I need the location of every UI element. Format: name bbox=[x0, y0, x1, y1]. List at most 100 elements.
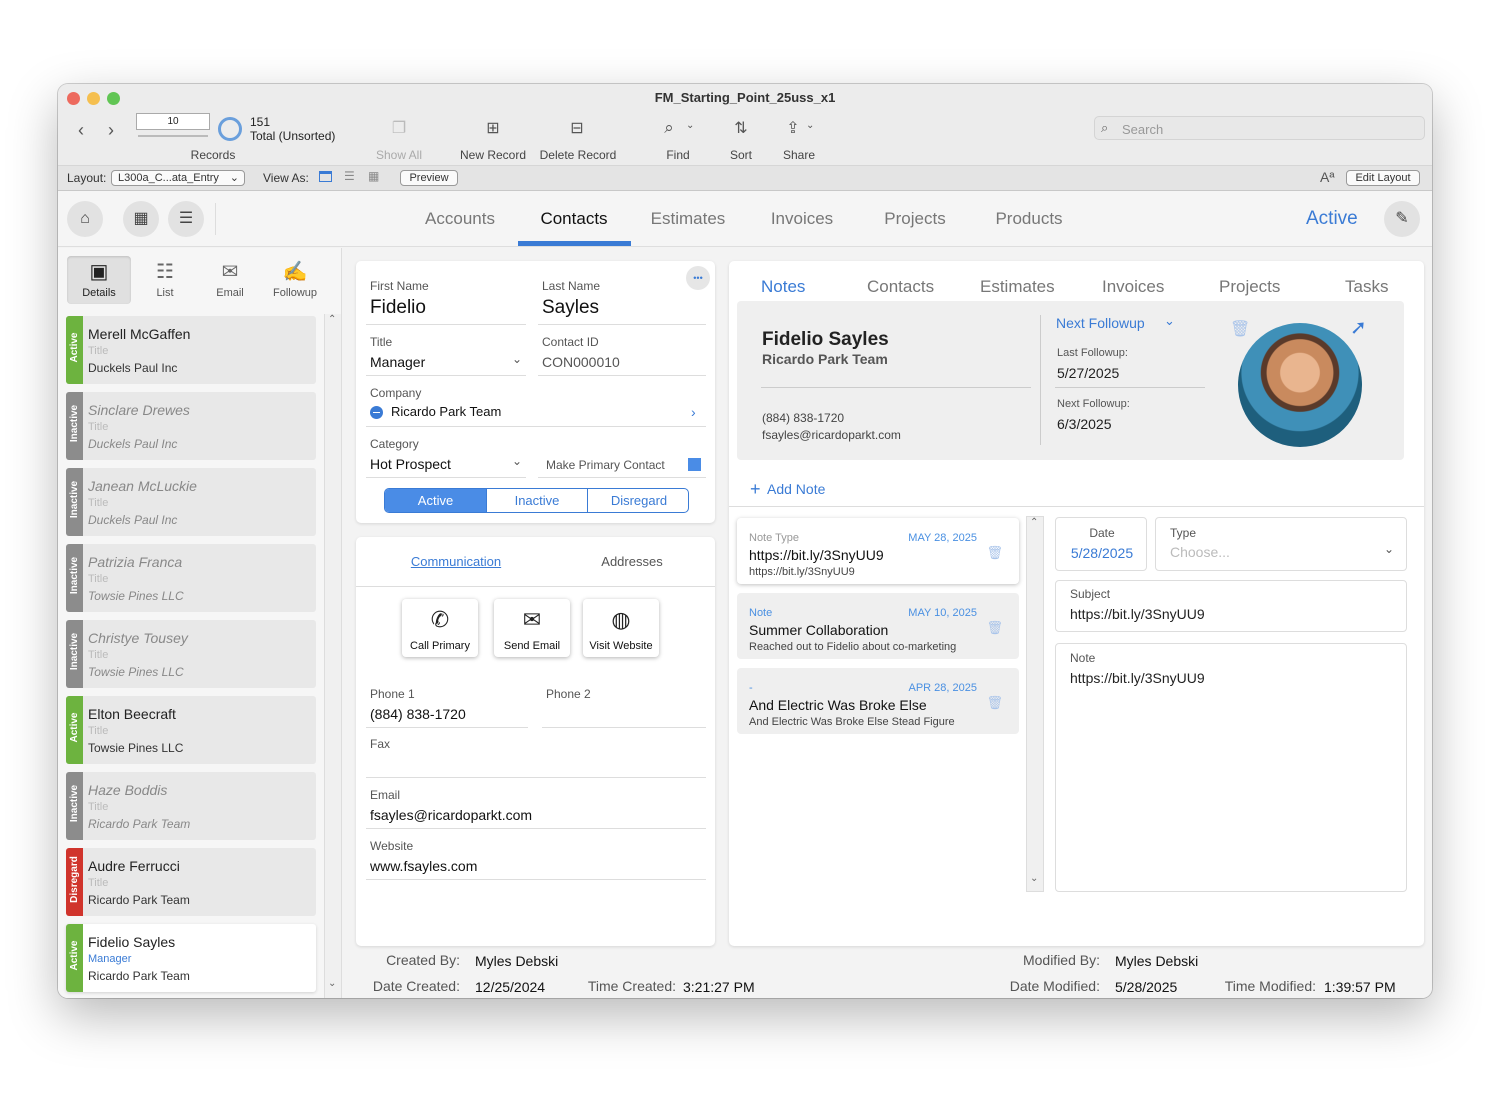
last-name-field[interactable]: Sayles bbox=[542, 297, 599, 319]
share-icon[interactable]: ⇪ bbox=[780, 118, 806, 138]
tab-contacts[interactable]: Contacts bbox=[518, 209, 630, 229]
list-item[interactable]: Inactive Christye Tousey Title Towsie Pi… bbox=[66, 620, 316, 688]
search-input[interactable]: ⌕ Search bbox=[1094, 116, 1425, 140]
record-number-field[interactable]: 10 bbox=[136, 113, 210, 130]
chevron-down-icon[interactable]: ⌄ bbox=[512, 352, 522, 366]
notes-scrollbar[interactable]: ⌃ ⌄ bbox=[1026, 516, 1044, 892]
list-item[interactable]: Inactive Janean McLuckie Title Duckels P… bbox=[66, 468, 316, 536]
chevron-right-icon[interactable]: › bbox=[691, 404, 696, 420]
view-followup-button[interactable]: ✍ Followup bbox=[263, 256, 327, 304]
remove-company-icon[interactable] bbox=[370, 406, 383, 419]
tab-communication[interactable]: Communication bbox=[406, 554, 506, 569]
view-list-button[interactable]: ☷ List bbox=[133, 256, 197, 304]
home-icon[interactable]: ⌂ bbox=[67, 201, 103, 237]
tab-projects[interactable]: Projects bbox=[865, 209, 965, 229]
show-all-icon[interactable]: ❐ bbox=[386, 118, 412, 138]
tab-notes[interactable]: Notes bbox=[761, 277, 805, 297]
tab-related-projects[interactable]: Projects bbox=[1219, 277, 1280, 297]
list-item[interactable]: Disregard Audre Ferrucci Title Ricardo P… bbox=[66, 848, 316, 916]
trash-icon[interactable]: 🗑 bbox=[986, 545, 1003, 561]
note-text-field[interactable]: Note https://bit.ly/3SnyUU9 bbox=[1055, 643, 1407, 892]
table-view-icon[interactable]: ▦ bbox=[368, 169, 379, 183]
title-select[interactable]: Manager bbox=[370, 354, 425, 370]
first-name-field[interactable]: Fidelio bbox=[370, 297, 426, 319]
list-icon[interactable]: ☰ bbox=[168, 201, 204, 237]
add-note-button[interactable]: Add Note bbox=[767, 481, 825, 497]
category-select[interactable]: Hot Prospect bbox=[370, 456, 451, 472]
share-button[interactable]: Share bbox=[774, 148, 824, 162]
list-item-selected[interactable]: Active Fidelio Sayles Manager Ricardo Pa… bbox=[66, 924, 316, 992]
chevron-down-icon[interactable]: ⌄ bbox=[1164, 313, 1175, 329]
tab-addresses[interactable]: Addresses bbox=[582, 554, 682, 569]
note-type-select[interactable]: Type Choose... ⌄ bbox=[1155, 517, 1407, 571]
tab-estimates[interactable]: Estimates bbox=[638, 209, 738, 229]
next-followup-dropdown[interactable]: Next Followup bbox=[1056, 315, 1145, 331]
list-item[interactable]: Inactive Sinclare Drewes Title Duckels P… bbox=[66, 392, 316, 460]
tab-products[interactable]: Products bbox=[979, 209, 1079, 229]
back-icon[interactable]: ‹ bbox=[78, 120, 84, 141]
phone1-field[interactable]: (884) 838-1720 bbox=[370, 706, 466, 722]
list-item[interactable]: Inactive Patrizia Franca Title Towsie Pi… bbox=[66, 544, 316, 612]
note-item[interactable]: Note MAY 10, 2025 Summer Collaboration R… bbox=[737, 593, 1019, 659]
send-email-button[interactable]: ✉ Send Email bbox=[494, 599, 570, 657]
edit-layout-button[interactable]: Edit Layout bbox=[1346, 170, 1420, 186]
sort-icon[interactable]: ⇅ bbox=[728, 118, 754, 138]
scroll-up-icon[interactable]: ⌃ bbox=[1030, 517, 1038, 528]
sort-button[interactable]: Sort bbox=[716, 148, 766, 162]
more-icon[interactable]: ••• bbox=[686, 266, 710, 290]
scroll-up-icon[interactable]: ⌃ bbox=[328, 314, 336, 325]
note-subject-field[interactable]: Subject https://bit.ly/3SnyUU9 bbox=[1055, 580, 1407, 632]
list-item[interactable]: Active Elton Beecraft Title Towsie Pines… bbox=[66, 696, 316, 764]
list-item[interactable]: Inactive Haze Boddis Title Ricardo Park … bbox=[66, 772, 316, 840]
find-dropdown-icon[interactable]: ⌄ bbox=[686, 120, 694, 131]
email-field[interactable]: fsayles@ricardoparkt.com bbox=[370, 807, 532, 823]
new-record-button[interactable]: New Record bbox=[456, 148, 530, 162]
make-primary-checkbox[interactable] bbox=[688, 458, 701, 471]
tab-accounts[interactable]: Accounts bbox=[410, 209, 510, 229]
scroll-down-icon[interactable]: ⌄ bbox=[328, 978, 336, 989]
find-icon[interactable]: ⌕ bbox=[656, 118, 682, 138]
new-record-icon[interactable]: ⊞ bbox=[480, 118, 506, 138]
paperclip-icon[interactable]: ✎ bbox=[1384, 201, 1420, 237]
trash-icon[interactable]: 🗑 bbox=[1230, 319, 1250, 339]
scroll-down-icon[interactable]: ⌄ bbox=[1030, 873, 1038, 884]
status-inactive-option[interactable]: Inactive bbox=[486, 489, 587, 512]
find-button[interactable]: Find bbox=[653, 148, 703, 162]
record-slider[interactable] bbox=[138, 135, 208, 137]
tab-related-invoices[interactable]: Invoices bbox=[1102, 277, 1164, 297]
trash-icon[interactable]: 🗑 bbox=[986, 695, 1003, 711]
note-item[interactable]: - APR 28, 2025 And Electric Was Broke El… bbox=[737, 668, 1019, 734]
trash-icon[interactable]: 🗑 bbox=[986, 620, 1003, 636]
call-primary-button[interactable]: ✆ Call Primary bbox=[402, 599, 478, 657]
status-disregard-option[interactable]: Disregard bbox=[587, 489, 688, 512]
expand-arrow-icon[interactable]: ➚ bbox=[1350, 315, 1367, 340]
tab-related-estimates[interactable]: Estimates bbox=[980, 277, 1055, 297]
list-item[interactable]: Active Merell McGaffen Title Duckels Pau… bbox=[66, 316, 316, 384]
view-details-button[interactable]: ▣ Details bbox=[67, 256, 131, 304]
forward-icon[interactable]: › bbox=[108, 120, 114, 141]
plus-icon[interactable]: + bbox=[750, 479, 761, 500]
chevron-down-icon[interactable]: ⌄ bbox=[512, 454, 522, 468]
tab-invoices[interactable]: Invoices bbox=[752, 209, 852, 229]
note-item-selected[interactable]: Note Type MAY 28, 2025 https://bit.ly/3S… bbox=[737, 518, 1019, 584]
company-field[interactable]: Ricardo Park Team bbox=[391, 404, 501, 419]
list-view-icon[interactable]: ☰ bbox=[344, 169, 355, 183]
delete-record-button[interactable]: Delete Record bbox=[536, 148, 620, 162]
status-active-option[interactable]: Active bbox=[385, 489, 486, 512]
show-all-button[interactable]: Show All bbox=[366, 148, 432, 162]
layout-select[interactable]: L300a_C...ata_Entry ⌄ bbox=[111, 170, 245, 186]
form-view-icon[interactable] bbox=[319, 171, 332, 182]
view-email-button[interactable]: ✉ Email bbox=[198, 256, 262, 304]
visit-website-button[interactable]: ◍ Visit Website bbox=[583, 599, 659, 657]
preview-button[interactable]: Preview bbox=[400, 170, 458, 186]
delete-record-icon[interactable]: ⊟ bbox=[564, 118, 590, 138]
website-field[interactable]: www.fsayles.com bbox=[370, 858, 477, 874]
sidebar-scrollbar[interactable]: ⌃ ⌄ bbox=[324, 314, 341, 998]
font-size-icon[interactable]: Aª bbox=[1320, 169, 1335, 185]
note-date-field[interactable]: Date 5/28/2025 bbox=[1055, 517, 1147, 571]
calendar-icon[interactable]: ▦ bbox=[123, 201, 159, 237]
note-subject-label: Subject bbox=[1070, 587, 1111, 601]
tab-related-tasks[interactable]: Tasks bbox=[1345, 277, 1388, 297]
share-dropdown-icon[interactable]: ⌄ bbox=[806, 120, 814, 131]
tab-related-contacts[interactable]: Contacts bbox=[867, 277, 934, 297]
